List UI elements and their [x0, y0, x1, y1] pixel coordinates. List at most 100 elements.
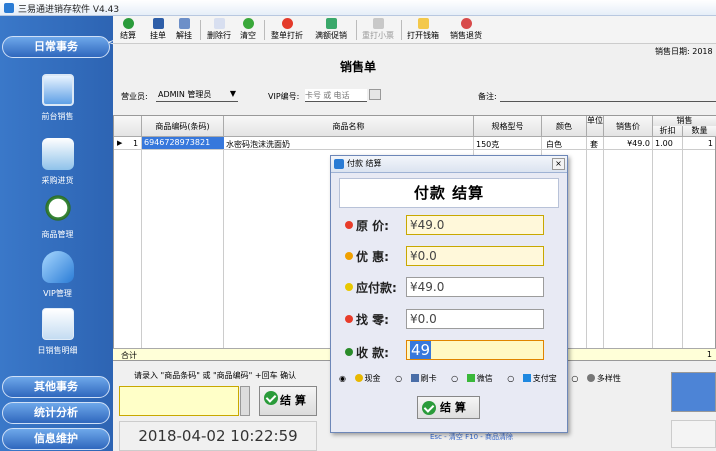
- magnifier-icon: [41, 192, 74, 224]
- sidebar-item-label: 前台销售: [41, 112, 74, 121]
- clear-button[interactable]: 清空: [237, 18, 259, 42]
- mixed-icon: [586, 374, 595, 382]
- promotion-button[interactable]: 满额促销: [311, 18, 351, 42]
- group-info[interactable]: 信息维护: [2, 428, 110, 450]
- checkout-button[interactable]: 结 算: [259, 386, 317, 416]
- dialog-icon: [334, 159, 344, 169]
- vip-label: VIP编号:: [268, 92, 300, 101]
- sidebar-item-daily-sales[interactable]: 日销售明细: [20, 308, 95, 356]
- payable-field[interactable]: ¥49.0: [406, 277, 544, 297]
- grid-header-discount: 折扣: [653, 126, 683, 137]
- vip-input[interactable]: [305, 89, 367, 102]
- note-field[interactable]: [500, 101, 716, 102]
- pay-method-cash[interactable]: ◉ 现金: [339, 374, 387, 383]
- vip-lookup-button[interactable]: [369, 89, 381, 100]
- row-pointer-icon: ▶: [117, 139, 123, 147]
- group-other[interactable]: 其他事务: [2, 376, 110, 398]
- grid-header-price: 销售价: [604, 116, 653, 137]
- toolbar-divider: [356, 20, 357, 40]
- radio-icon: ○: [395, 374, 403, 383]
- change-field[interactable]: ¥0.0: [406, 309, 544, 329]
- toolbar-divider: [401, 20, 402, 40]
- grid-header-name: 商品名称: [224, 116, 474, 137]
- row-unit: 套: [590, 140, 598, 149]
- radio-icon: ○: [571, 374, 579, 383]
- close-icon[interactable]: ×: [552, 158, 565, 170]
- app-icon: [4, 3, 14, 13]
- folder-icon: [417, 18, 429, 29]
- row-color: 白色: [546, 140, 562, 149]
- scan-hint: 请录入 "商品条码" 或 "商品编码" +回车 确认: [134, 371, 297, 380]
- original-price-field[interactable]: ¥49.0: [406, 215, 544, 235]
- row-qty: 1: [707, 139, 713, 148]
- note-label: 备注:: [478, 92, 497, 101]
- sidebar: << 日常事务 前台销售 采购进货 商品管理 VIP管理 日销售明细 其他事务 …: [0, 16, 115, 451]
- discount-label: 优 惠:: [345, 248, 389, 265]
- window-title: 三易通进销存软件 V4.43: [18, 5, 120, 15]
- truck-icon: [41, 138, 74, 170]
- bullet-icon: [345, 252, 353, 260]
- bullet-icon: [345, 283, 353, 291]
- discount-field[interactable]: ¥0.0: [406, 246, 544, 266]
- grid-header-unit: 单位: [587, 116, 604, 137]
- barcode-input[interactable]: [119, 386, 239, 416]
- grid-header-qty: 数量: [683, 126, 716, 137]
- sidebar-item-frontdesk[interactable]: 前台销售: [20, 74, 95, 122]
- hold-order-button[interactable]: 挂单: [147, 18, 169, 42]
- radio-selected-icon: ◉: [339, 374, 346, 383]
- salesperson-label: 营业员:: [121, 92, 148, 101]
- bullet-icon: [345, 315, 353, 323]
- coin-icon: [354, 374, 363, 382]
- pay-method-card[interactable]: ○ 刷卡: [395, 374, 443, 383]
- total-label: 合计: [121, 351, 137, 360]
- delete-icon: [213, 18, 225, 29]
- sidebar-item-label: 商品管理: [41, 230, 74, 239]
- barcode-lookup-button[interactable]: [240, 386, 250, 416]
- group-stats[interactable]: 统计分析: [2, 402, 110, 424]
- bullet-icon: [345, 221, 353, 229]
- grid-header-code: 商品编码(条码): [142, 116, 224, 137]
- group-daily[interactable]: 日常事务: [2, 36, 110, 58]
- balloon-icon: [281, 18, 293, 29]
- check-icon: [122, 18, 134, 29]
- pay-method-alipay[interactable]: ○ 支付宝: [507, 374, 563, 383]
- card-icon: [410, 374, 419, 382]
- return-icon: [460, 18, 472, 29]
- table-row[interactable]: ▶ 1 6946728973821 水密码泡沫洗面奶 150克 白色 套 ¥49…: [114, 137, 715, 150]
- grid-header-color: 颜色: [542, 116, 587, 137]
- open-cash-drawer-button[interactable]: 打开钱箱: [405, 18, 441, 42]
- order-discount-button[interactable]: 整单打折: [268, 18, 306, 42]
- unhold-order-button[interactable]: 解挂: [173, 18, 195, 42]
- vip-heart-icon: [41, 251, 74, 283]
- change-label: 找 零:: [345, 311, 389, 328]
- grid-column: [604, 137, 653, 350]
- chevron-down-icon: ▼: [229, 89, 236, 98]
- sales-return-button[interactable]: 销售退货: [447, 18, 485, 42]
- delete-row-button[interactable]: 删除行: [205, 18, 233, 42]
- total-qty: 1: [706, 350, 712, 359]
- dialog-checkout-button[interactable]: 结 算: [417, 396, 480, 419]
- sidebar-item-vip[interactable]: VIP管理: [20, 251, 95, 299]
- grid-column: [587, 137, 604, 350]
- printer-icon: [372, 18, 384, 29]
- row-code: 6946728973821: [142, 137, 224, 149]
- sidebar-item-purchase[interactable]: 采购进货: [20, 138, 95, 186]
- sidebar-item-products[interactable]: 商品管理: [20, 192, 95, 240]
- pay-method-wechat[interactable]: ○ 微信: [451, 374, 499, 383]
- side-panel: [671, 372, 716, 412]
- pay-method-mixed[interactable]: ○ 多样性: [571, 374, 627, 383]
- grid-header-spec: 规格型号: [474, 116, 542, 137]
- grid-column: [653, 137, 683, 350]
- reprint-receipt-button[interactable]: 重打小票: [359, 18, 397, 42]
- salesperson-select[interactable]: ADMIN 管理员 ▼: [156, 89, 238, 102]
- received-field[interactable]: 49: [406, 340, 544, 360]
- toolbar: 结算 挂单 解挂 删除行 清空 整单打折 满额促销 重打小票 打开钱箱 销售退货: [113, 16, 716, 44]
- grid-header-index: [114, 116, 142, 137]
- sidebar-item-label: 日销售明细: [37, 346, 78, 355]
- settle-button[interactable]: 结算: [117, 18, 139, 42]
- page-title: 销售单: [340, 60, 377, 74]
- side-panel: [671, 420, 716, 448]
- gift-icon: [325, 18, 337, 29]
- check-icon: [422, 401, 436, 415]
- toolbar-divider: [200, 20, 201, 40]
